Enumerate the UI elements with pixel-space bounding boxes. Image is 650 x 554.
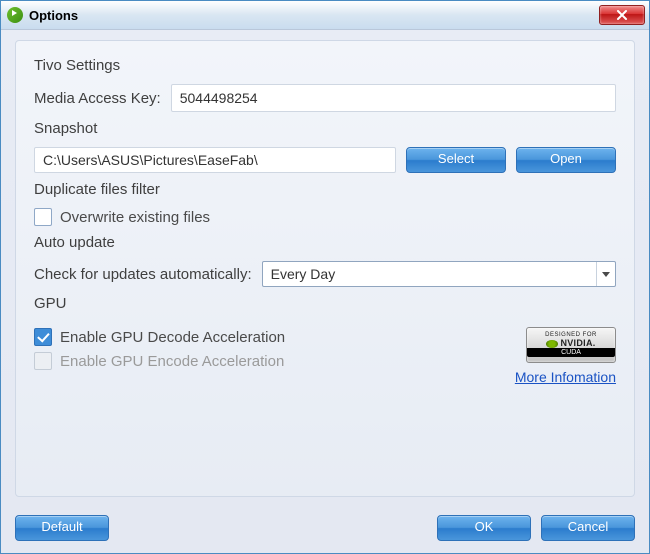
cancel-button[interactable]: Cancel — [541, 515, 635, 541]
titlebar: Options — [1, 1, 649, 30]
overwrite-label: Overwrite existing files — [60, 209, 210, 226]
gpu-encode-label: Enable GPU Encode Acceleration — [60, 353, 284, 370]
default-button[interactable]: Default — [15, 515, 109, 541]
overwrite-row: Overwrite existing files — [34, 208, 616, 226]
nvidia-bottom: CUDA — [527, 348, 615, 357]
select-button[interactable]: Select — [406, 147, 506, 173]
gpu-left: Enable GPU Decode Acceleration Enable GP… — [34, 322, 515, 376]
options-panel: Tivo Settings Media Access Key: Snapshot… — [15, 40, 635, 497]
snapshot-section-title: Snapshot — [34, 120, 616, 137]
app-icon — [7, 7, 23, 23]
close-button[interactable] — [599, 5, 645, 25]
footer: Default OK Cancel — [1, 505, 649, 553]
mak-input[interactable] — [171, 84, 616, 112]
tivo-section-title: Tivo Settings — [34, 57, 616, 74]
nvidia-badge: DESIGNED FOR NVIDIA. CUDA — [526, 327, 616, 363]
gpu-encode-checkbox — [34, 352, 52, 370]
more-info-link[interactable]: More Infomation — [515, 369, 616, 385]
dupfilter-section-title: Duplicate files filter — [34, 181, 616, 198]
gpu-section-title: GPU — [34, 295, 616, 312]
mak-row: Media Access Key: — [34, 84, 616, 112]
window-title: Options — [29, 8, 599, 23]
autoupdate-select[interactable]: Every Day — [262, 261, 616, 287]
ok-button[interactable]: OK — [437, 515, 531, 541]
autoupdate-select-wrap: Every Day — [262, 261, 616, 287]
gpu-row: Enable GPU Decode Acceleration Enable GP… — [34, 322, 616, 385]
gpu-right: DESIGNED FOR NVIDIA. CUDA More Infomatio… — [515, 322, 616, 385]
gpu-decode-label: Enable GPU Decode Acceleration — [60, 329, 285, 346]
content-area: Tivo Settings Media Access Key: Snapshot… — [1, 30, 649, 505]
nvidia-name: NVIDIA. — [560, 339, 595, 349]
gpu-decode-checkbox[interactable] — [34, 328, 52, 346]
options-window: Options Tivo Settings Media Access Key: … — [0, 0, 650, 554]
snapshot-row: Select Open — [34, 147, 616, 173]
autoupdate-label: Check for updates automatically: — [34, 266, 252, 283]
gpu-encode-row: Enable GPU Encode Acceleration — [34, 352, 515, 370]
close-icon — [616, 10, 628, 20]
nvidia-eye-icon — [546, 340, 558, 348]
autoupdate-row: Check for updates automatically: Every D… — [34, 261, 616, 287]
snapshot-path-input[interactable] — [34, 147, 396, 173]
overwrite-checkbox[interactable] — [34, 208, 52, 226]
gpu-decode-row: Enable GPU Decode Acceleration — [34, 328, 515, 346]
mak-label: Media Access Key: — [34, 90, 161, 107]
autoupdate-section-title: Auto update — [34, 234, 616, 251]
open-button[interactable]: Open — [516, 147, 616, 173]
